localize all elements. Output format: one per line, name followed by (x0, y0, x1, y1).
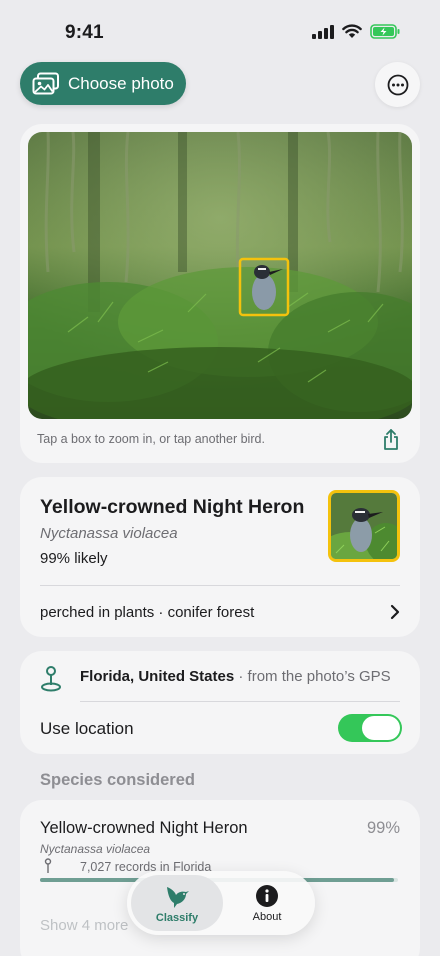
battery-charging-icon (370, 24, 400, 39)
records-pin-icon (44, 858, 52, 879)
cellular-signal-icon (312, 24, 334, 39)
species-item-name[interactable]: Yellow-crowned Night Heron (40, 819, 248, 838)
species-section-title: Species considered (40, 771, 195, 789)
status-time: 9:41 (65, 22, 104, 43)
ellipsis-circle-icon (387, 74, 408, 95)
more-options-button[interactable] (375, 62, 420, 107)
use-location-toggle[interactable] (338, 714, 402, 742)
choose-photo-button[interactable]: Choose photo (20, 62, 186, 105)
share-button[interactable] (382, 429, 400, 456)
habitat-chevron[interactable] (390, 604, 400, 625)
location-divider (80, 701, 400, 702)
species-thumbnail[interactable] (328, 490, 400, 562)
share-icon (384, 429, 398, 450)
bird-photo[interactable] (28, 132, 412, 419)
photo-card: Tap a box to zoom in, or tap another bir… (20, 124, 420, 463)
location-source: · from the photo’s GPS (234, 668, 391, 685)
status-bar: 9:41 (0, 0, 440, 62)
location-card: Florida, United States · from the photo’… (20, 651, 420, 754)
species-common-name: Yellow-crowned Night Heron (40, 496, 305, 518)
show-more-button[interactable]: Show 4 more (40, 917, 128, 934)
info-icon (256, 884, 278, 907)
use-location-label: Use location (40, 719, 134, 738)
toggle-knob (362, 716, 400, 740)
result-divider (40, 585, 400, 586)
photo-caption: Tap a box to zoom in, or tap another bir… (37, 432, 265, 446)
wifi-icon (342, 24, 362, 38)
status-icons (312, 24, 400, 39)
bird-photo-image (28, 132, 412, 419)
tab-about[interactable]: About (223, 875, 311, 931)
tab-bar: Classify About (127, 871, 315, 935)
species-item-percent: 99% (366, 819, 400, 837)
thumbnail-image (331, 493, 397, 559)
location-text: Florida, United States · from the photo’… (80, 668, 391, 685)
species-item-scientific: Nyctanassa violacea (40, 842, 151, 856)
species-likelihood: 99% likely (40, 550, 108, 567)
result-card: Yellow-crowned Night Heron Nyctanassa vi… (20, 477, 420, 637)
habitat-row[interactable]: perched in plants · conifer forest (40, 604, 254, 621)
choose-photo-label: Choose photo (68, 73, 174, 93)
location-place: Florida, United States (80, 668, 235, 685)
tab-about-label: About (252, 910, 282, 923)
photo-library-icon (32, 72, 59, 94)
location-pin-icon (40, 665, 62, 698)
chevron-right-icon (390, 604, 400, 620)
species-scientific-name: Nyctanassa violacea (40, 525, 178, 542)
tab-classify-label: Classify (155, 911, 199, 924)
tab-classify[interactable]: Classify (131, 875, 223, 931)
hummingbird-icon (167, 886, 189, 908)
